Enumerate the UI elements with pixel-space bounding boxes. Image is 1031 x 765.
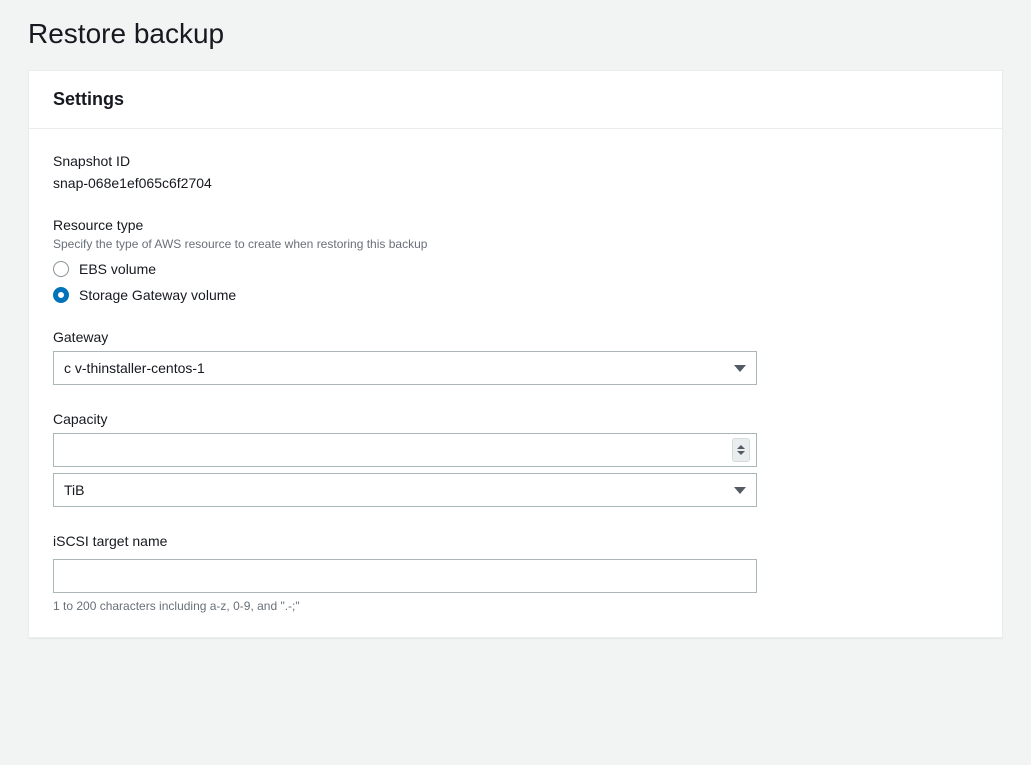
gateway-label: Gateway [53, 329, 978, 345]
resource-type-sgw-label: Storage Gateway volume [79, 287, 236, 303]
number-stepper-icon[interactable] [732, 438, 750, 462]
gateway-select-value: c v-thinstaller-centos-1 [64, 360, 205, 376]
resource-type-description: Specify the type of AWS resource to crea… [53, 237, 978, 251]
radio-unselected-icon [53, 261, 69, 277]
resource-type-ebs-radio[interactable]: EBS volume [53, 261, 978, 277]
iscsi-hint: 1 to 200 characters including a-z, 0-9, … [53, 599, 978, 613]
settings-panel-header: Settings [29, 71, 1002, 129]
radio-selected-icon [53, 287, 69, 303]
settings-heading: Settings [53, 89, 978, 110]
caret-down-icon [734, 365, 746, 372]
page-title: Restore backup [28, 18, 1003, 50]
iscsi-target-input[interactable] [53, 559, 757, 593]
iscsi-label: iSCSI target name [53, 533, 978, 549]
capacity-label: Capacity [53, 411, 978, 427]
resource-type-sgw-radio[interactable]: Storage Gateway volume [53, 287, 978, 303]
settings-panel: Settings Snapshot ID snap-068e1ef065c6f2… [28, 70, 1003, 638]
snapshot-id-label: Snapshot ID [53, 153, 978, 169]
resource-type-label: Resource type [53, 217, 978, 233]
gateway-select[interactable]: c v-thinstaller-centos-1 [53, 351, 757, 385]
resource-type-field: Resource type Specify the type of AWS re… [53, 217, 978, 303]
capacity-unit-select[interactable]: TiB [53, 473, 757, 507]
caret-down-icon [734, 487, 746, 494]
iscsi-field: iSCSI target name 1 to 200 characters in… [53, 533, 978, 613]
snapshot-id-value: snap-068e1ef065c6f2704 [53, 175, 978, 191]
capacity-field: Capacity TiB [53, 411, 978, 507]
capacity-unit-value: TiB [64, 482, 84, 498]
resource-type-ebs-label: EBS volume [79, 261, 156, 277]
snapshot-id-field: Snapshot ID snap-068e1ef065c6f2704 [53, 153, 978, 191]
capacity-input[interactable] [53, 433, 757, 467]
gateway-field: Gateway c v-thinstaller-centos-1 [53, 329, 978, 385]
